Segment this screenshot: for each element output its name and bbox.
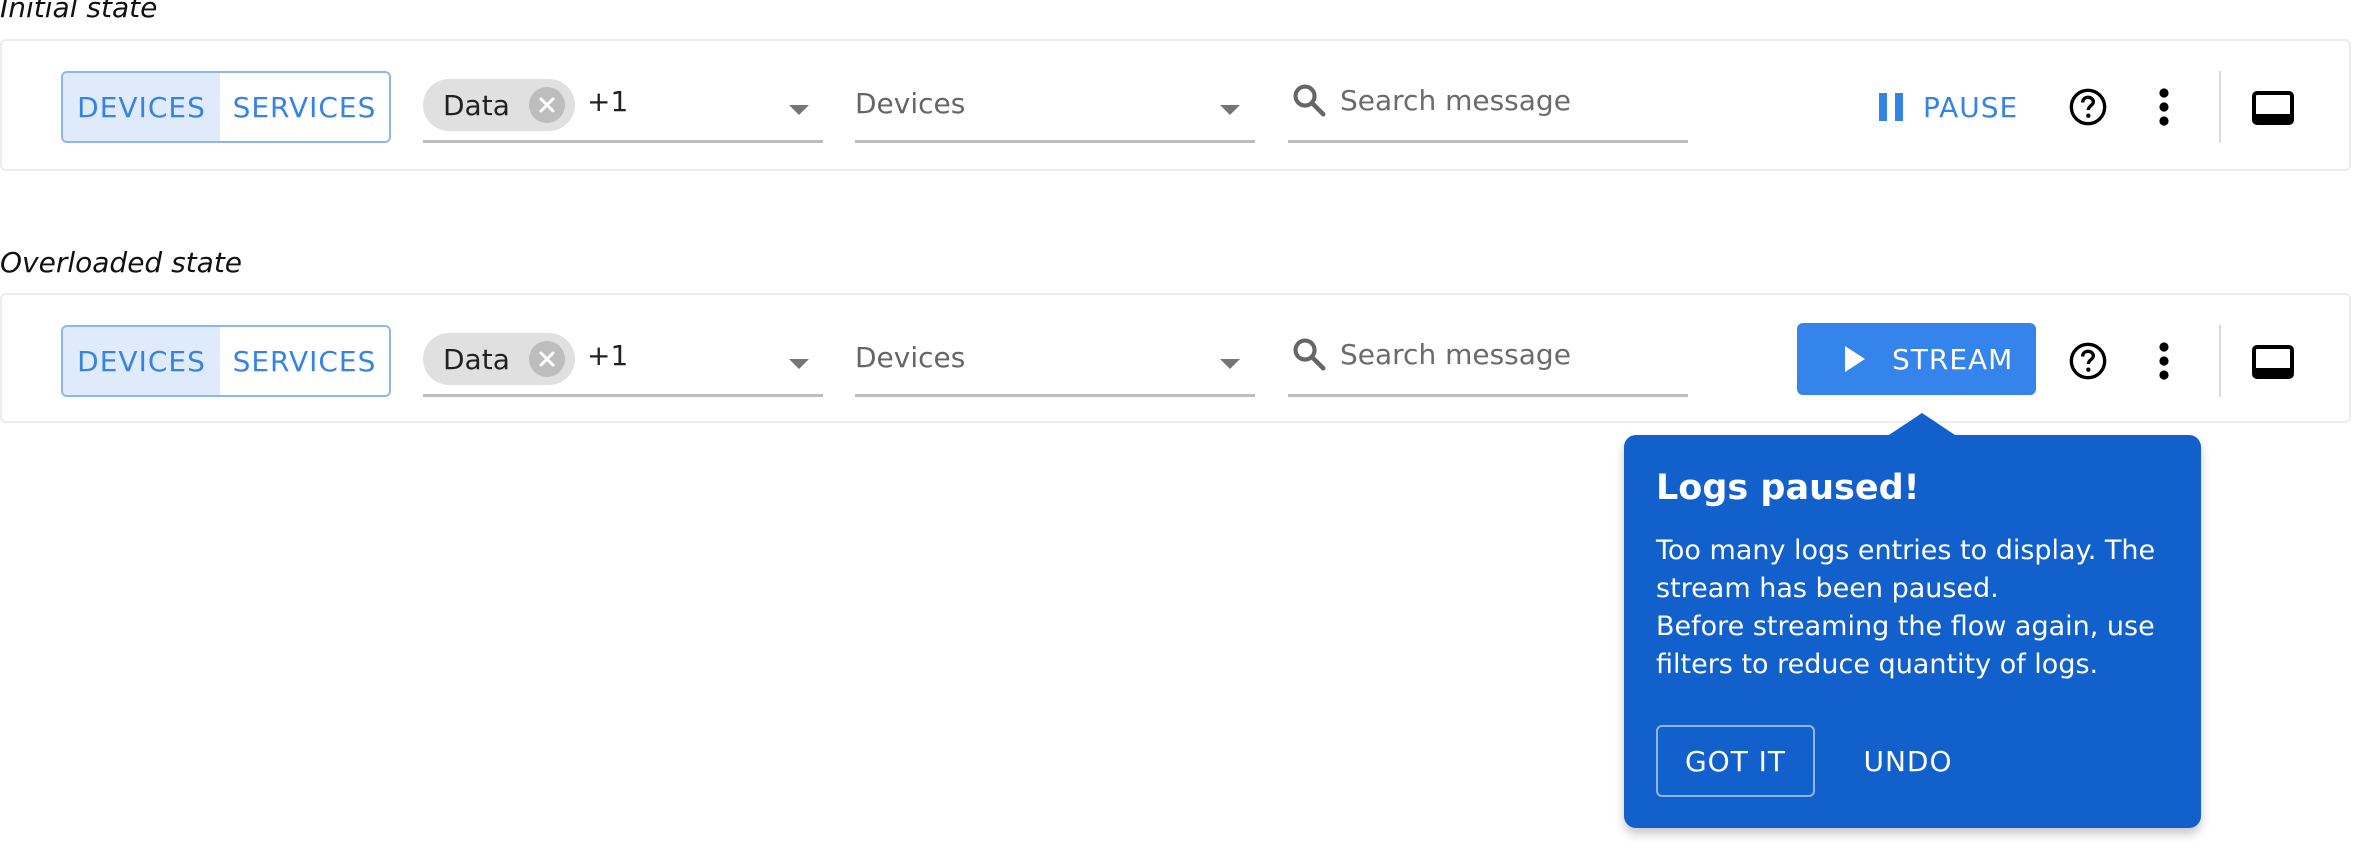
- stream-label: STREAM: [1892, 342, 2014, 376]
- toggle-services[interactable]: SERVICES: [220, 327, 389, 395]
- popover-body: Too many logs entries to display. The st…: [1656, 532, 2176, 684]
- pause-label: PAUSE: [1923, 90, 2019, 124]
- device-filter-value: Devices: [855, 341, 966, 374]
- device-filter-dropdown[interactable]: Devices: [855, 71, 1255, 143]
- caret-down-icon: [789, 359, 809, 369]
- caret-down-icon: [789, 105, 809, 115]
- search-input[interactable]: [1340, 333, 1680, 375]
- search-icon: [1293, 338, 1326, 371]
- devices-services-toggle: DEVICES SERVICES: [61, 325, 391, 397]
- popover-title: Logs paused!: [1656, 468, 1920, 508]
- play-icon: [1845, 346, 1865, 372]
- type-filter-dropdown[interactable]: Data +1: [423, 325, 823, 397]
- caret-down-icon: [1220, 359, 1240, 369]
- pause-icon: [1879, 93, 1903, 121]
- popover-body-line: Before streaming the flow again, use fil…: [1656, 611, 2155, 680]
- popover-body-line: Too many logs entries to display. The st…: [1656, 535, 2156, 604]
- chip-remove-icon[interactable]: [529, 341, 565, 377]
- toolbar-overloaded: DEVICES SERVICES Data +1 Devices STREAM: [0, 293, 2351, 423]
- toolbar-divider: [2219, 325, 2221, 397]
- filter-chip: Data: [423, 79, 575, 131]
- stream-button[interactable]: STREAM: [1797, 323, 2036, 395]
- chip-label: Data: [443, 88, 510, 122]
- toolbar-divider: [2219, 71, 2221, 143]
- popover-arrow: [1886, 413, 1958, 437]
- search-field: [1288, 71, 1688, 143]
- toggle-devices[interactable]: DEVICES: [63, 73, 220, 141]
- extra-count: +1: [587, 339, 629, 372]
- undo-button[interactable]: UNDO: [1848, 725, 1968, 797]
- state-label-initial: Initial state: [0, 0, 158, 24]
- help-circle-icon[interactable]: [2068, 341, 2108, 381]
- more-vert-icon[interactable]: [2152, 87, 2176, 127]
- filter-chip: Data: [423, 333, 575, 385]
- devices-services-toggle: DEVICES SERVICES: [61, 71, 391, 143]
- chip-label: Data: [443, 342, 510, 376]
- bottom-panel-icon[interactable]: [2252, 91, 2294, 125]
- type-filter-dropdown[interactable]: Data +1: [423, 71, 823, 143]
- pause-button[interactable]: PAUSE: [1870, 79, 2026, 135]
- chip-remove-icon[interactable]: [529, 87, 565, 123]
- state-label-overloaded: Overloaded state: [0, 246, 243, 279]
- more-vert-icon[interactable]: [2152, 341, 2176, 381]
- extra-count: +1: [587, 85, 629, 118]
- search-icon: [1293, 84, 1326, 117]
- logs-paused-popover: Logs paused! Too many logs entries to di…: [1624, 413, 2201, 828]
- bottom-panel-icon[interactable]: [2252, 345, 2294, 379]
- toggle-services[interactable]: SERVICES: [220, 73, 389, 141]
- got-it-button[interactable]: GOT IT: [1656, 725, 1815, 797]
- device-filter-dropdown[interactable]: Devices: [855, 325, 1255, 397]
- toggle-devices[interactable]: DEVICES: [63, 327, 220, 395]
- caret-down-icon: [1220, 105, 1240, 115]
- toolbar-initial: DEVICES SERVICES Data +1 Devices PAUSE: [0, 39, 2351, 171]
- help-circle-icon[interactable]: [2068, 87, 2108, 127]
- search-field: [1288, 325, 1688, 397]
- search-input[interactable]: [1340, 79, 1680, 121]
- device-filter-value: Devices: [855, 87, 966, 120]
